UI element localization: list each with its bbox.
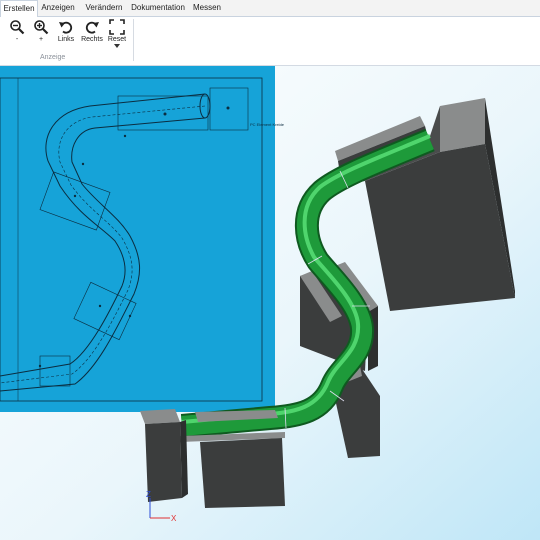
rotate-left-label: Links [57, 36, 75, 43]
blueprint-drawing[interactable]: PC Element Kreide [0, 66, 285, 412]
group-label: Anzeige [40, 54, 66, 61]
rotate-left-icon [59, 21, 73, 34]
rotate-right-label: Rechts [81, 36, 103, 43]
x-axis-label: X [171, 514, 177, 523]
tab-dokumentation[interactable]: Dokumentation [130, 0, 186, 16]
zoom-in-icon [34, 20, 49, 35]
ribbon-panel: - + Links Rechts Reset Anzeige [0, 17, 540, 66]
zoom-in-button[interactable]: + [28, 19, 54, 49]
tab-erstellen[interactable]: Erstellen [0, 0, 38, 18]
group-separator [133, 19, 134, 61]
cad-viewport[interactable]: PC Element Kreide Z X [0, 66, 540, 540]
blueprint-sheet [0, 66, 275, 412]
reset-view-label: Reset [107, 36, 127, 43]
ribbon-tab-bar: Erstellen Anzeigen Verändern Dokumentati… [0, 0, 540, 18]
blueprint-annotation: PC Element Kreide [250, 122, 285, 127]
zoom-in-label: + [38, 36, 44, 43]
tab-veraendern[interactable]: Verändern [82, 0, 126, 16]
zoom-out-icon [10, 20, 25, 35]
tab-messen[interactable]: Messen [190, 0, 224, 16]
chevron-down-icon [114, 44, 120, 48]
rotate-left-button[interactable]: Links [53, 19, 79, 49]
zoom-out-label: - [15, 36, 19, 43]
reset-view-icon [109, 19, 125, 35]
rotate-right-button[interactable]: Rechts [79, 19, 105, 49]
viewport-canvas[interactable]: PC Element Kreide Z X [0, 66, 540, 540]
z-axis-label: Z [146, 490, 151, 499]
zoom-out-button[interactable]: - [4, 19, 30, 49]
tab-anzeigen[interactable]: Anzeigen [40, 0, 76, 16]
rotate-right-icon [85, 21, 99, 34]
reset-view-button[interactable]: Reset [104, 19, 130, 49]
